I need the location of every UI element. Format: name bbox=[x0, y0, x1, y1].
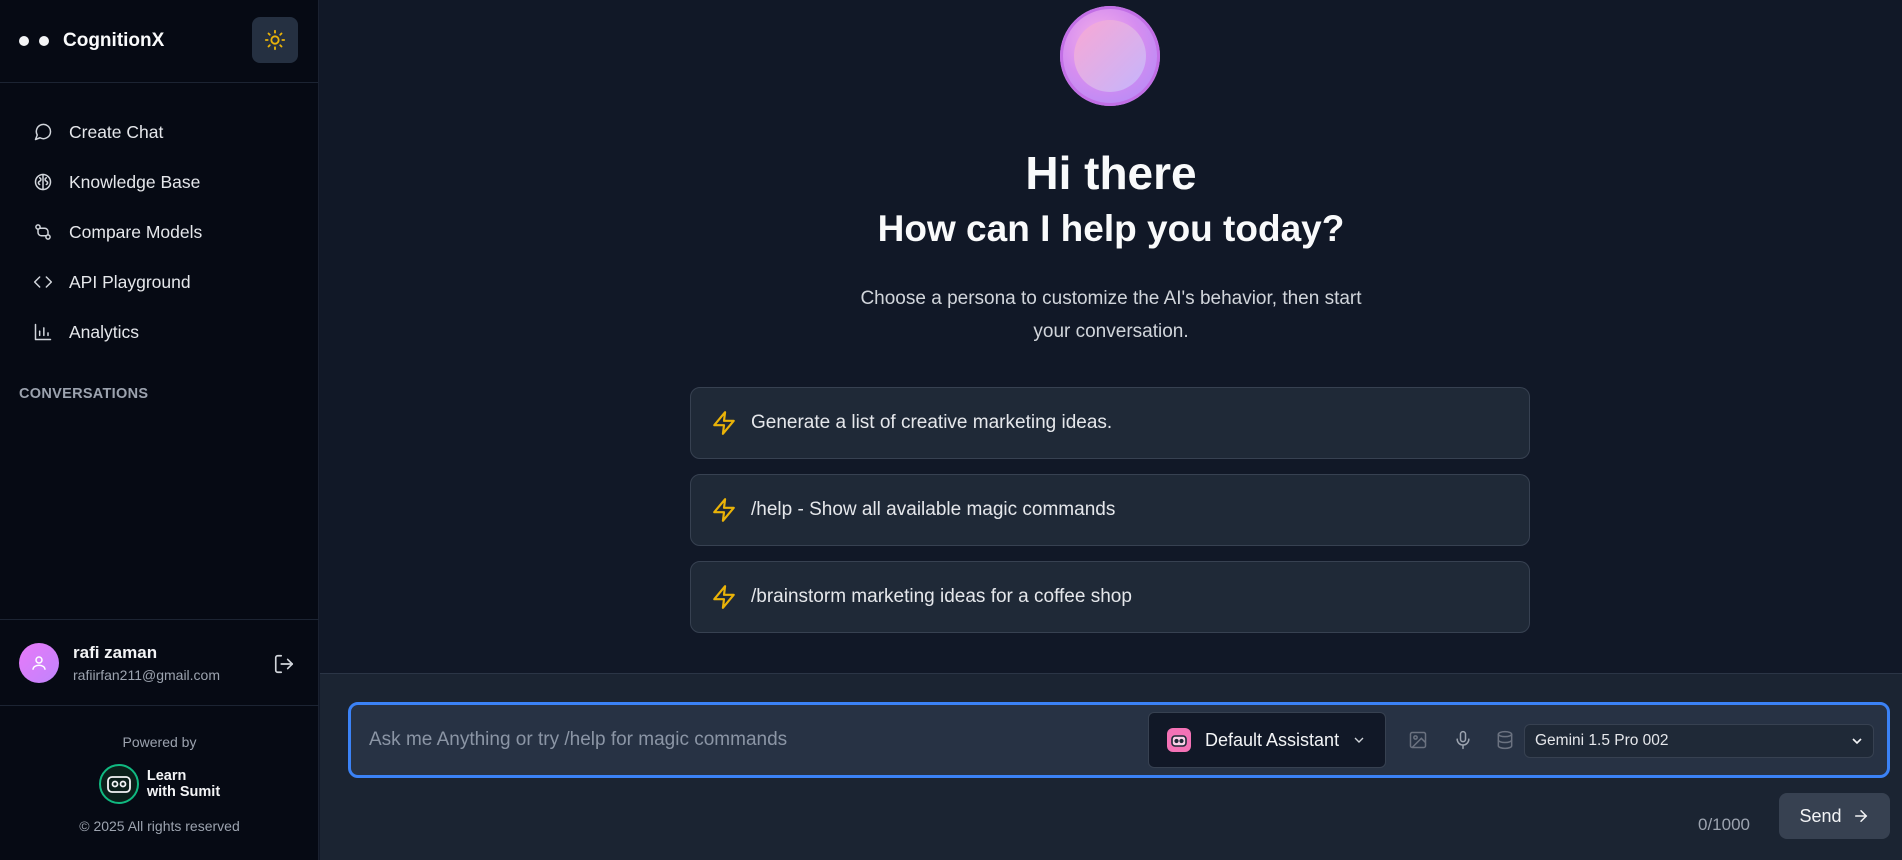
code-icon bbox=[33, 276, 53, 288]
user-icon bbox=[32, 655, 46, 670]
brand-name: CognitionX bbox=[63, 30, 165, 51]
sidebar-item-label: Analytics bbox=[69, 321, 140, 342]
lightning-icon bbox=[713, 411, 735, 435]
lws-line1: Learn bbox=[146, 768, 187, 784]
sidebar-footer: Powered by Learn with Sumit © 2025 All r… bbox=[0, 706, 319, 834]
suggestion-card[interactable]: /brainstorm marketing ideas for a coffee… bbox=[690, 561, 1530, 633]
sidebar-item-label: API Playground bbox=[69, 271, 191, 292]
model-select[interactable]: Gemini 1.5 Pro 002 bbox=[1524, 724, 1874, 758]
greeting-title: Hi there bbox=[1025, 147, 1197, 199]
arrow-right-icon bbox=[1854, 810, 1867, 822]
chevron-down-icon bbox=[1852, 738, 1862, 745]
logout-icon[interactable] bbox=[273, 653, 295, 675]
brain-icon bbox=[34, 173, 52, 191]
sidebar-item-compare-models[interactable]: Compare Models bbox=[0, 207, 318, 257]
sidebar-item-analytics[interactable]: Analytics bbox=[0, 307, 318, 357]
sidebar-item-api-playground[interactable]: API Playground bbox=[0, 257, 318, 307]
copyright-text: © 2025 All rights reserved bbox=[79, 818, 240, 834]
assistant-orb-inner bbox=[1074, 20, 1146, 92]
message-input[interactable] bbox=[369, 723, 1129, 757]
image-upload-icon[interactable] bbox=[1408, 730, 1428, 750]
learn-with-sumit-logo[interactable]: Learn with Sumit bbox=[0, 764, 319, 804]
message-composer: Default Assistant Gemini 1.5 Pro 002 bbox=[348, 702, 1890, 778]
lightning-icon bbox=[713, 585, 735, 609]
user-email: rafiirfan211@gmail.com bbox=[73, 666, 221, 683]
git-compare-icon bbox=[35, 224, 51, 240]
lws-line2: with Sumit bbox=[146, 784, 221, 800]
assistant-selector[interactable]: Default Assistant bbox=[1148, 712, 1386, 768]
avatar[interactable] bbox=[19, 642, 59, 683]
model-select-value: Gemini 1.5 Pro 002 bbox=[1535, 732, 1669, 749]
powered-by-text: Powered by bbox=[122, 734, 197, 750]
suggestion-card[interactable]: Generate a list of creative marketing id… bbox=[690, 387, 1530, 459]
suggestion-text: /brainstorm marketing ideas for a coffee… bbox=[751, 586, 1132, 607]
sidebar: CognitionX Create Chat Knowledge Base Co… bbox=[0, 0, 319, 860]
sidebar-nav: Create Chat Knowledge Base Compare Model… bbox=[0, 83, 318, 357]
database-icon[interactable] bbox=[1495, 730, 1515, 750]
bar-chart-icon bbox=[34, 323, 52, 341]
suggestion-card[interactable]: /help - Show all available magic command… bbox=[690, 474, 1530, 546]
assistant-orb bbox=[1060, 6, 1160, 106]
composer-area: Default Assistant Gemini 1.5 Pro 002 0/1… bbox=[320, 673, 1902, 860]
brand-header: CognitionX bbox=[0, 0, 318, 83]
user-profile: rafi zaman rafiirfan211@gmail.com bbox=[0, 619, 319, 706]
brand-dot bbox=[19, 36, 29, 46]
conversations-heading: CONVERSATIONS bbox=[19, 386, 149, 402]
sidebar-item-label: Knowledge Base bbox=[69, 171, 201, 192]
suggestion-text: Generate a list of creative marketing id… bbox=[751, 412, 1113, 433]
send-button[interactable]: Send bbox=[1779, 793, 1890, 839]
lws-text: Learn with Sumit bbox=[147, 768, 220, 800]
sidebar-item-knowledge-base[interactable]: Knowledge Base bbox=[0, 157, 318, 207]
microphone-icon[interactable] bbox=[1453, 730, 1473, 750]
sidebar-item-label: Create Chat bbox=[69, 121, 164, 142]
user-info: rafi zaman rafiirfan211@gmail.com bbox=[73, 643, 220, 683]
brand-dot bbox=[39, 36, 49, 46]
sidebar-item-label: Compare Models bbox=[69, 221, 203, 242]
sun-icon bbox=[264, 29, 286, 51]
greeting-subtitle: How can I help you today? bbox=[877, 208, 1345, 249]
theme-toggle-button[interactable] bbox=[252, 17, 298, 63]
suggestion-text: /help - Show all available magic command… bbox=[751, 499, 1116, 520]
robot-icon bbox=[1167, 728, 1191, 752]
sidebar-item-create-chat[interactable]: Create Chat bbox=[0, 107, 318, 157]
chat-bubble-icon bbox=[34, 123, 52, 141]
send-button-label: Send bbox=[1799, 805, 1842, 826]
user-name: rafi zaman bbox=[73, 642, 158, 662]
main-content: Hi there How can I help you today? Choos… bbox=[320, 0, 1902, 673]
robot-logo-icon bbox=[98, 764, 139, 804]
greeting-description: Choose a persona to customize the AI's b… bbox=[860, 288, 1362, 342]
assistant-label: Default Assistant bbox=[1205, 729, 1340, 750]
chevron-down-icon bbox=[1354, 737, 1364, 743]
character-counter: 0/1000 bbox=[1698, 815, 1750, 834]
lightning-icon bbox=[713, 498, 735, 522]
